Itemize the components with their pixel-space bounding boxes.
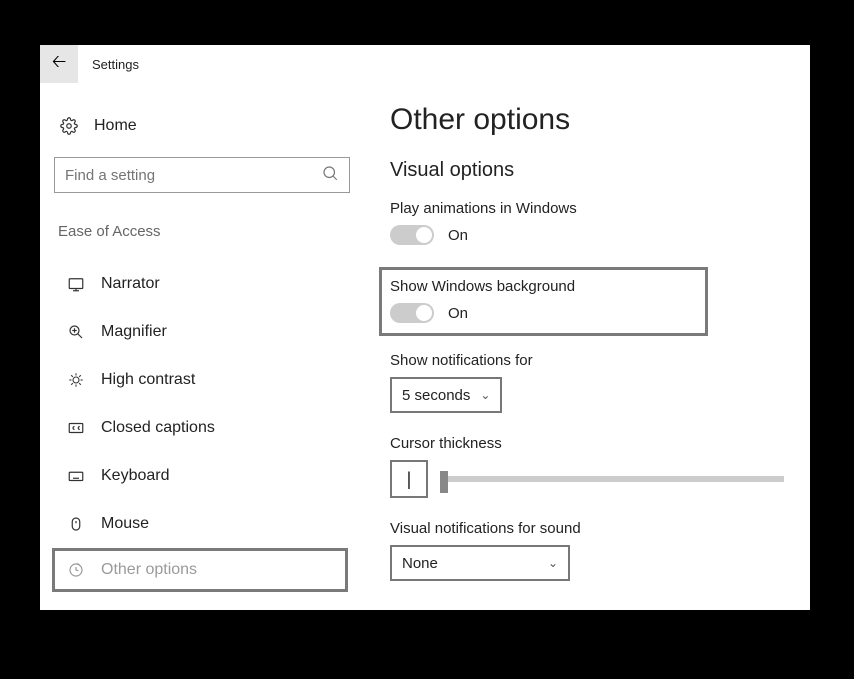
sidebar-item-magnifier[interactable]: Magnifier [52, 308, 348, 356]
cursor-thickness-slider[interactable] [440, 476, 784, 482]
play-animations-toggle[interactable] [390, 225, 434, 245]
sidebar-item-keyboard[interactable]: Keyboard [52, 452, 348, 500]
sidebar-item-high-contrast[interactable]: High contrast [52, 356, 348, 404]
sidebar: Home Ease of Access Narrator Magnifi [40, 83, 360, 610]
search-field[interactable] [65, 167, 321, 184]
home-label: Home [94, 117, 137, 135]
gear-icon [58, 117, 80, 135]
dropdown-value: 5 seconds [402, 387, 470, 404]
setting-label: Show notifications for [390, 352, 790, 369]
visual-notifications-dropdown[interactable]: None ⌄ [390, 545, 570, 581]
sidebar-item-narrator[interactable]: Narrator [52, 260, 348, 308]
mouse-icon [65, 515, 87, 533]
sidebar-item-closed-captions[interactable]: Closed captions [52, 404, 348, 452]
setting-play-animations: Play animations in Windows On [390, 200, 790, 245]
toggle-value: On [448, 305, 468, 322]
setting-label: Visual notifications for sound [390, 520, 790, 537]
sidebar-item-label: Mouse [101, 515, 149, 533]
main-panel: Other options Visual options Play animat… [360, 83, 810, 610]
setting-label: Show Windows background [390, 278, 575, 295]
chevron-down-icon: ⌄ [548, 556, 558, 570]
search-input[interactable] [54, 157, 350, 193]
titlebar: 🡠 Settings [40, 45, 810, 83]
sidebar-item-label: Closed captions [101, 419, 215, 437]
setting-show-background: Show Windows background On [379, 267, 708, 336]
sidebar-item-label: Narrator [101, 275, 160, 293]
setting-visual-notifications: Visual notifications for sound None ⌄ [390, 520, 790, 581]
dropdown-value: None [402, 555, 438, 572]
setting-label: Cursor thickness [390, 435, 790, 452]
keyboard-icon [65, 467, 87, 485]
high-contrast-icon [65, 371, 87, 389]
content-area: Home Ease of Access Narrator Magnifi [40, 83, 810, 610]
toggle-value: On [448, 227, 468, 244]
closed-captions-icon [65, 419, 87, 437]
sidebar-item-label: High contrast [101, 371, 195, 389]
setting-notifications: Show notifications for 5 seconds ⌄ [390, 352, 790, 413]
sidebar-item-label: Keyboard [101, 467, 170, 485]
sidebar-item-label: Magnifier [101, 323, 167, 341]
sidebar-category: Ease of Access [58, 223, 348, 240]
sidebar-item-label: Other options [101, 561, 197, 579]
window-title: Settings [92, 57, 139, 72]
back-button[interactable]: 🡠 [40, 45, 78, 83]
sidebar-item-other-options[interactable]: Other options [52, 548, 348, 592]
notifications-dropdown[interactable]: 5 seconds ⌄ [390, 377, 502, 413]
setting-label: Play animations in Windows [390, 200, 790, 217]
search-icon [321, 164, 339, 186]
sidebar-item-mouse[interactable]: Mouse [52, 500, 348, 548]
magnifier-icon [65, 323, 87, 341]
other-options-icon [65, 561, 87, 579]
chevron-down-icon: ⌄ [480, 388, 490, 402]
setting-cursor-thickness: Cursor thickness | [390, 435, 790, 498]
arrow-left-icon: 🡠 [52, 49, 67, 79]
cursor-preview: | [390, 460, 428, 498]
section-title: Visual options [390, 159, 790, 182]
home-button[interactable]: Home [52, 111, 348, 141]
narrator-icon [65, 275, 87, 293]
show-background-toggle[interactable] [390, 303, 434, 323]
page-title: Other options [390, 103, 790, 137]
settings-window: 🡠 Settings Home Ease of Access [40, 45, 810, 610]
